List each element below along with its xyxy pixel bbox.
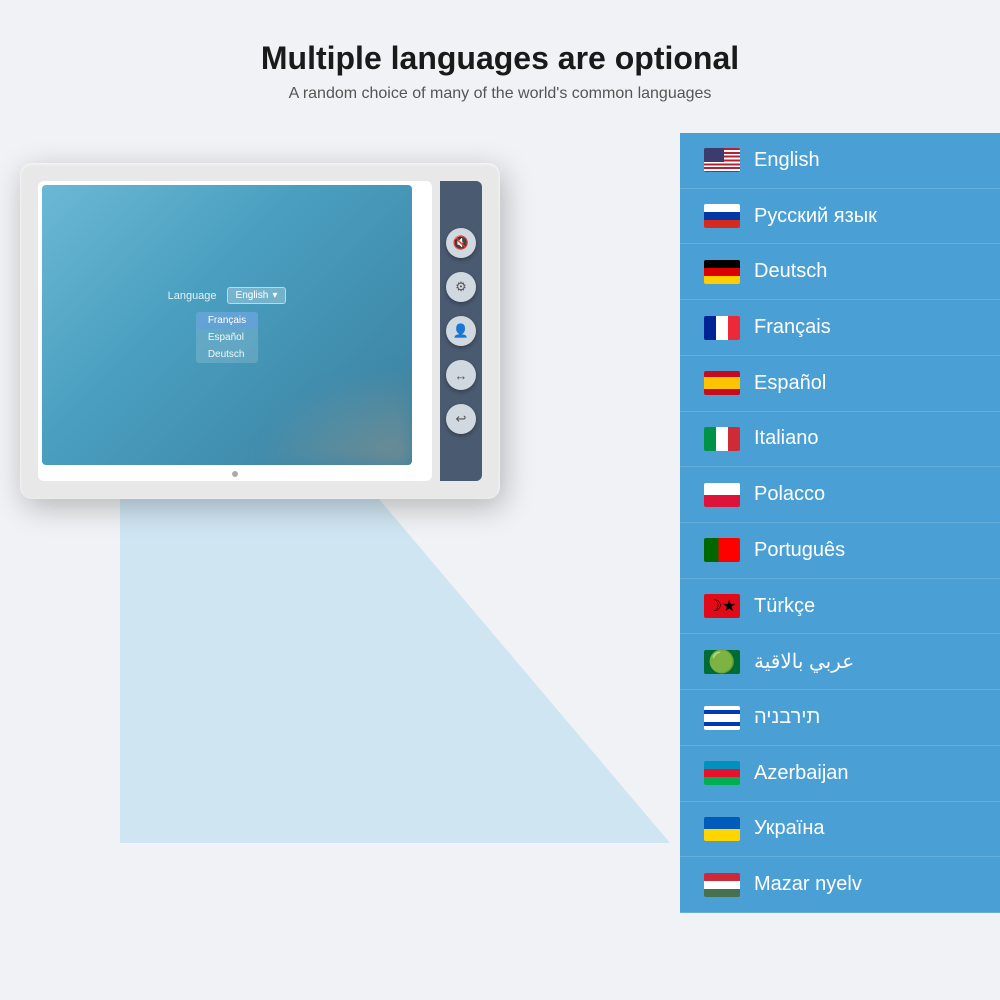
flag-it [704,427,740,451]
screen-dropdown[interactable]: English ▾ [227,287,287,304]
page-title: Multiple languages are optional [20,40,980,77]
lang-item-es[interactable]: Español [680,356,1000,412]
screen-ui: Language English ▾ Français Español Deut… [168,287,287,363]
lang-item-az[interactable]: Azerbaijan [680,746,1000,802]
device-indicator-dot [232,471,238,477]
flag-pl [704,483,740,507]
lang-name-ru: Русский язык [754,205,877,228]
lang-item-hu[interactable]: Mazar nyelv [680,857,1000,913]
device-screen-wrapper: Language English ▾ Français Español Deut… [38,181,432,481]
lang-item-fr[interactable]: Français [680,300,1000,356]
screen-list-item-0[interactable]: Français [196,312,258,329]
lang-name-sa: عربي بالاقية [754,649,854,674]
lang-name-tr: Türkçe [754,595,815,618]
flag-az [704,761,740,785]
flag-us [704,148,740,172]
lang-item-ua[interactable]: Україна [680,802,1000,858]
lang-item-tr[interactable]: ☽★ Türkçe [680,579,1000,635]
language-panel: English Русский язык Deutsch Français Es… [680,133,1000,913]
lang-name-fr: Français [754,316,831,339]
screen-list-item-1[interactable]: Español [196,329,258,346]
header: Multiple languages are optional A random… [0,0,1000,123]
flag-fr [704,316,740,340]
screen-label-row: Language English ▾ [168,287,287,304]
lang-item-ru[interactable]: Русский язык [680,189,1000,245]
flag-il [704,706,740,730]
screen-hand-overlay [252,365,412,465]
lang-name-ua: Україна [754,817,825,840]
lang-name-pl: Polacco [754,483,825,506]
transfer-button[interactable]: ↔ [446,360,476,390]
screen-dropdown-list: Français Español Deutsch [196,312,258,363]
back-button[interactable]: ↩ [446,404,476,434]
lang-item-il[interactable]: תירבניה [680,690,1000,746]
page-subtitle: A random choice of many of the world's c… [20,85,980,103]
screen-language-label: Language [168,290,217,302]
lang-name-az: Azerbaijan [754,762,849,785]
flag-ua [704,817,740,841]
flag-pt [704,538,740,562]
screen-selected-lang: English [236,290,269,301]
flag-sa: 🟢 [704,650,740,674]
lang-name-en: English [754,149,820,172]
lang-item-it[interactable]: Italiano [680,412,1000,468]
flag-de [704,260,740,284]
flag-ru [704,204,740,228]
lang-item-pl[interactable]: Polacco [680,467,1000,523]
lang-item-de[interactable]: Deutsch [680,244,1000,300]
device-screen: Language English ▾ Français Español Deut… [42,185,412,465]
lang-name-il: תירבניה [754,706,820,729]
flag-es [704,371,740,395]
lang-item-en[interactable]: English [680,133,1000,189]
lang-name-pt: Português [754,539,845,562]
mute-button[interactable]: 🔇 [446,228,476,258]
device-buttons-panel: 🔇 ⚙ 👤 ↔ ↩ [440,181,482,481]
lang-name-hu: Mazar nyelv [754,873,862,896]
flag-tr: ☽★ [704,594,740,618]
lang-name-it: Italiano [754,427,819,450]
lang-name-de: Deutsch [754,260,827,283]
screen-list-item-2[interactable]: Deutsch [196,346,258,363]
lang-item-sa[interactable]: 🟢 عربي بالاقية [680,634,1000,690]
lang-item-pt[interactable]: Português [680,523,1000,579]
chevron-down-icon: ▾ [272,290,277,301]
device: Language English ▾ Français Español Deut… [20,163,500,499]
lang-name-es: Español [754,372,826,395]
settings-button[interactable]: ⚙ [446,272,476,302]
flag-hu [704,873,740,897]
main-content: Language English ▾ Français Español Deut… [0,133,1000,913]
user-button[interactable]: 👤 [446,316,476,346]
